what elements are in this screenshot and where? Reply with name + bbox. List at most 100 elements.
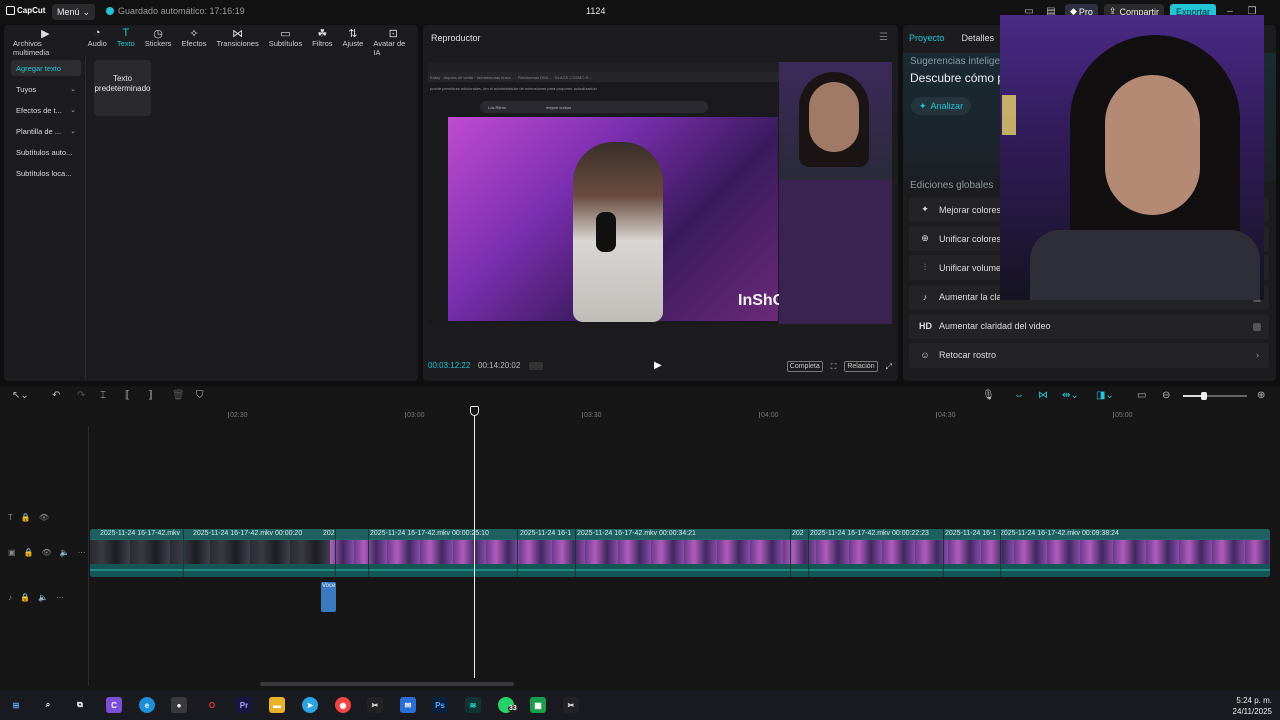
edge-icon[interactable]: e — [139, 697, 155, 713]
zoom-slider-handle[interactable] — [1201, 392, 1207, 400]
timecode-mode-icon[interactable] — [529, 362, 543, 370]
text-track-icon: T — [8, 513, 13, 522]
video-preview[interactable]: Kafay · Alquies de venta · herramientas … — [428, 62, 892, 324]
tab-project[interactable]: Proyecto — [909, 33, 945, 43]
analyze-button[interactable]: ✦ Analizar — [911, 97, 972, 115]
zoom-out-icon[interactable]: ⊖ — [1162, 390, 1170, 401]
search-icon[interactable]: ⌕ — [40, 697, 56, 713]
tool-subtitles[interactable]: ▭ Subtítulos — [264, 25, 307, 49]
voice-audio-clip[interactable]: Voce — [321, 582, 336, 612]
fit-timeline-icon[interactable]: ▭ — [1137, 390, 1146, 401]
audio-track-icon: ♪ — [8, 593, 12, 602]
redo-icon[interactable]: ↷ — [77, 390, 85, 401]
tab-details[interactable]: Detalles — [962, 33, 995, 43]
sidebar-item[interactable]: Subtítulos loca... — [11, 165, 81, 181]
sidebar-item[interactable]: Subtítulos auto... — [11, 144, 81, 160]
retouch-face-icon: ☺ — [920, 350, 930, 361]
eye-icon[interactable]: 👁 — [39, 513, 49, 522]
chrome-icon[interactable]: ◉ — [335, 697, 351, 713]
sidebar-item[interactable]: Plantilla de ... ⌄ — [11, 123, 81, 139]
microphone-icon[interactable]: 🎙 — [982, 390, 995, 401]
tool-effects[interactable]: ✧ Efectos — [176, 25, 211, 49]
capcut-icon[interactable]: ✂ — [367, 697, 383, 713]
tool-ai-avatar[interactable]: ⊡ Avatar de IA — [368, 25, 418, 58]
global-edit-item[interactable]: ☺ Retocar rostro › — [909, 342, 1269, 368]
tool-media[interactable]: ▶ Archivos multimedia — [8, 25, 83, 58]
delete-icon[interactable]: 🗑 — [172, 390, 185, 401]
chevron-right-icon[interactable]: › — [1256, 350, 1259, 360]
tool-filters[interactable]: ☘ Filtros — [307, 25, 337, 49]
system-clock[interactable]: 5:24 p. m. 24/11/2025 — [1233, 695, 1272, 717]
media-icon: ▶ — [41, 27, 50, 40]
transitions-icon: ⋈ — [232, 27, 244, 40]
text-preset-default[interactable]: Texto predeterminado — [94, 60, 151, 116]
lock-icon[interactable]: 🔒 — [21, 513, 31, 522]
playhead[interactable] — [474, 408, 475, 678]
obs-icon[interactable]: ● — [171, 697, 187, 713]
magnet-icon[interactable]: ⋈ — [1038, 390, 1048, 401]
link-clips-icon[interactable]: ⇔ — [1014, 390, 1024, 401]
global-edit-label: Unificar colores — [939, 233, 1002, 244]
cloud-saved-icon — [106, 7, 114, 15]
tool-adjust[interactable]: ⇅ Ajuste — [338, 25, 369, 49]
sidebar-item[interactable]: Tuyos ⌄ — [11, 81, 81, 97]
app-icon[interactable]: ▦ — [530, 697, 546, 713]
app-icon[interactable]: ≋ — [465, 697, 481, 713]
task-view-icon[interactable]: ⧉ — [72, 697, 88, 713]
ratio-button[interactable]: Relación — [844, 361, 878, 372]
project-title[interactable]: 1124 — [586, 6, 605, 16]
tool-transitions[interactable]: ⋈ Transiciones — [211, 25, 263, 49]
preview-axis-icon[interactable]: ◨⌄ — [1096, 390, 1114, 401]
speaker-icon[interactable]: 🔈 — [38, 593, 48, 602]
more-icon[interactable]: ⋯ — [78, 548, 86, 557]
lock-icon[interactable]: 🔒 — [24, 548, 34, 557]
trim-left-icon[interactable]: ⟦ — [125, 390, 130, 401]
windows-start-icon[interactable]: ⊞ — [8, 697, 24, 713]
premiere-icon[interactable]: Pr — [236, 697, 252, 713]
full-quality-button[interactable]: Completa — [786, 361, 823, 372]
tool-label: Efectos — [181, 39, 207, 48]
zoom-slider[interactable] — [1183, 392, 1247, 400]
timeline-scrollbar[interactable] — [260, 682, 514, 686]
ruler-tick-label: 03:00 — [405, 412, 425, 419]
zoom-in-icon[interactable]: ⊕ — [1257, 390, 1265, 401]
lock-icon[interactable]: 🔒 — [20, 593, 30, 602]
sidebar-item-label: Tuyos — [16, 84, 37, 94]
video-browser-frame: Kafay · Alquies de venta · herramientas … — [428, 62, 790, 324]
crop-icon[interactable]: ⛶ — [831, 362, 837, 372]
tool-text[interactable]: T Texto — [112, 25, 140, 48]
sidebar-item-label: Subtítulos auto... — [16, 147, 73, 157]
global-edit-item[interactable]: HD Aumentar claridad del video — [909, 313, 1269, 339]
playhead-handle[interactable] — [470, 406, 479, 416]
auto-snap-icon[interactable]: ⇹⌄ — [1062, 390, 1079, 401]
whatsapp-icon[interactable]: 33 — [498, 697, 518, 713]
toggle-switch[interactable] — [1253, 322, 1261, 331]
file-explorer-icon[interactable]: ▬ — [269, 697, 285, 713]
timeline-ruler[interactable]: 02:30 03:00 03:30 04:00 04:30 05:00 — [90, 408, 1280, 420]
fullscreen-icon[interactable]: ⤢ — [886, 362, 892, 372]
tool-audio[interactable]: ◔ Audio — [83, 25, 112, 48]
split-icon[interactable]: ⌶ — [100, 390, 106, 401]
speaker-icon[interactable]: 🔈 — [60, 548, 70, 557]
undo-icon[interactable]: ↶ — [52, 390, 60, 401]
main-video-track[interactable]: 2025-11-24 16-17-42.mkv 2025-11-24 16-17-… — [90, 529, 1270, 577]
capcut-icon[interactable]: ✂ — [563, 697, 579, 713]
player-menu-icon[interactable]: ☰ — [879, 32, 888, 43]
more-icon[interactable]: ⋯ — [56, 593, 64, 602]
copilot-icon[interactable]: C — [106, 697, 122, 713]
mail-icon[interactable]: ✉ — [400, 697, 416, 713]
whatsapp-badge: 33 — [508, 705, 518, 712]
tool-sticker[interactable]: ◷ Stickers — [140, 25, 177, 49]
menu-button[interactable]: Menú ⌄ — [52, 4, 96, 20]
opera-icon[interactable]: O — [204, 697, 220, 713]
color-enhance-icon: ✦ — [921, 204, 929, 214]
sidebar-item[interactable]: Efectos de t... ⌄ — [11, 102, 81, 118]
shield-icon[interactable]: ⛉ — [196, 390, 204, 401]
sidebar-item[interactable]: Agregar texto — [11, 60, 81, 76]
play-icon[interactable]: ▶ — [654, 360, 662, 371]
photoshop-icon[interactable]: Ps — [432, 697, 448, 713]
eye-icon[interactable]: 👁 — [42, 548, 52, 557]
trim-right-icon[interactable]: ⟧ — [148, 390, 153, 401]
select-tool-icon[interactable]: ↖⌄ — [12, 390, 29, 401]
telegram-icon[interactable]: ➤ — [302, 697, 318, 713]
